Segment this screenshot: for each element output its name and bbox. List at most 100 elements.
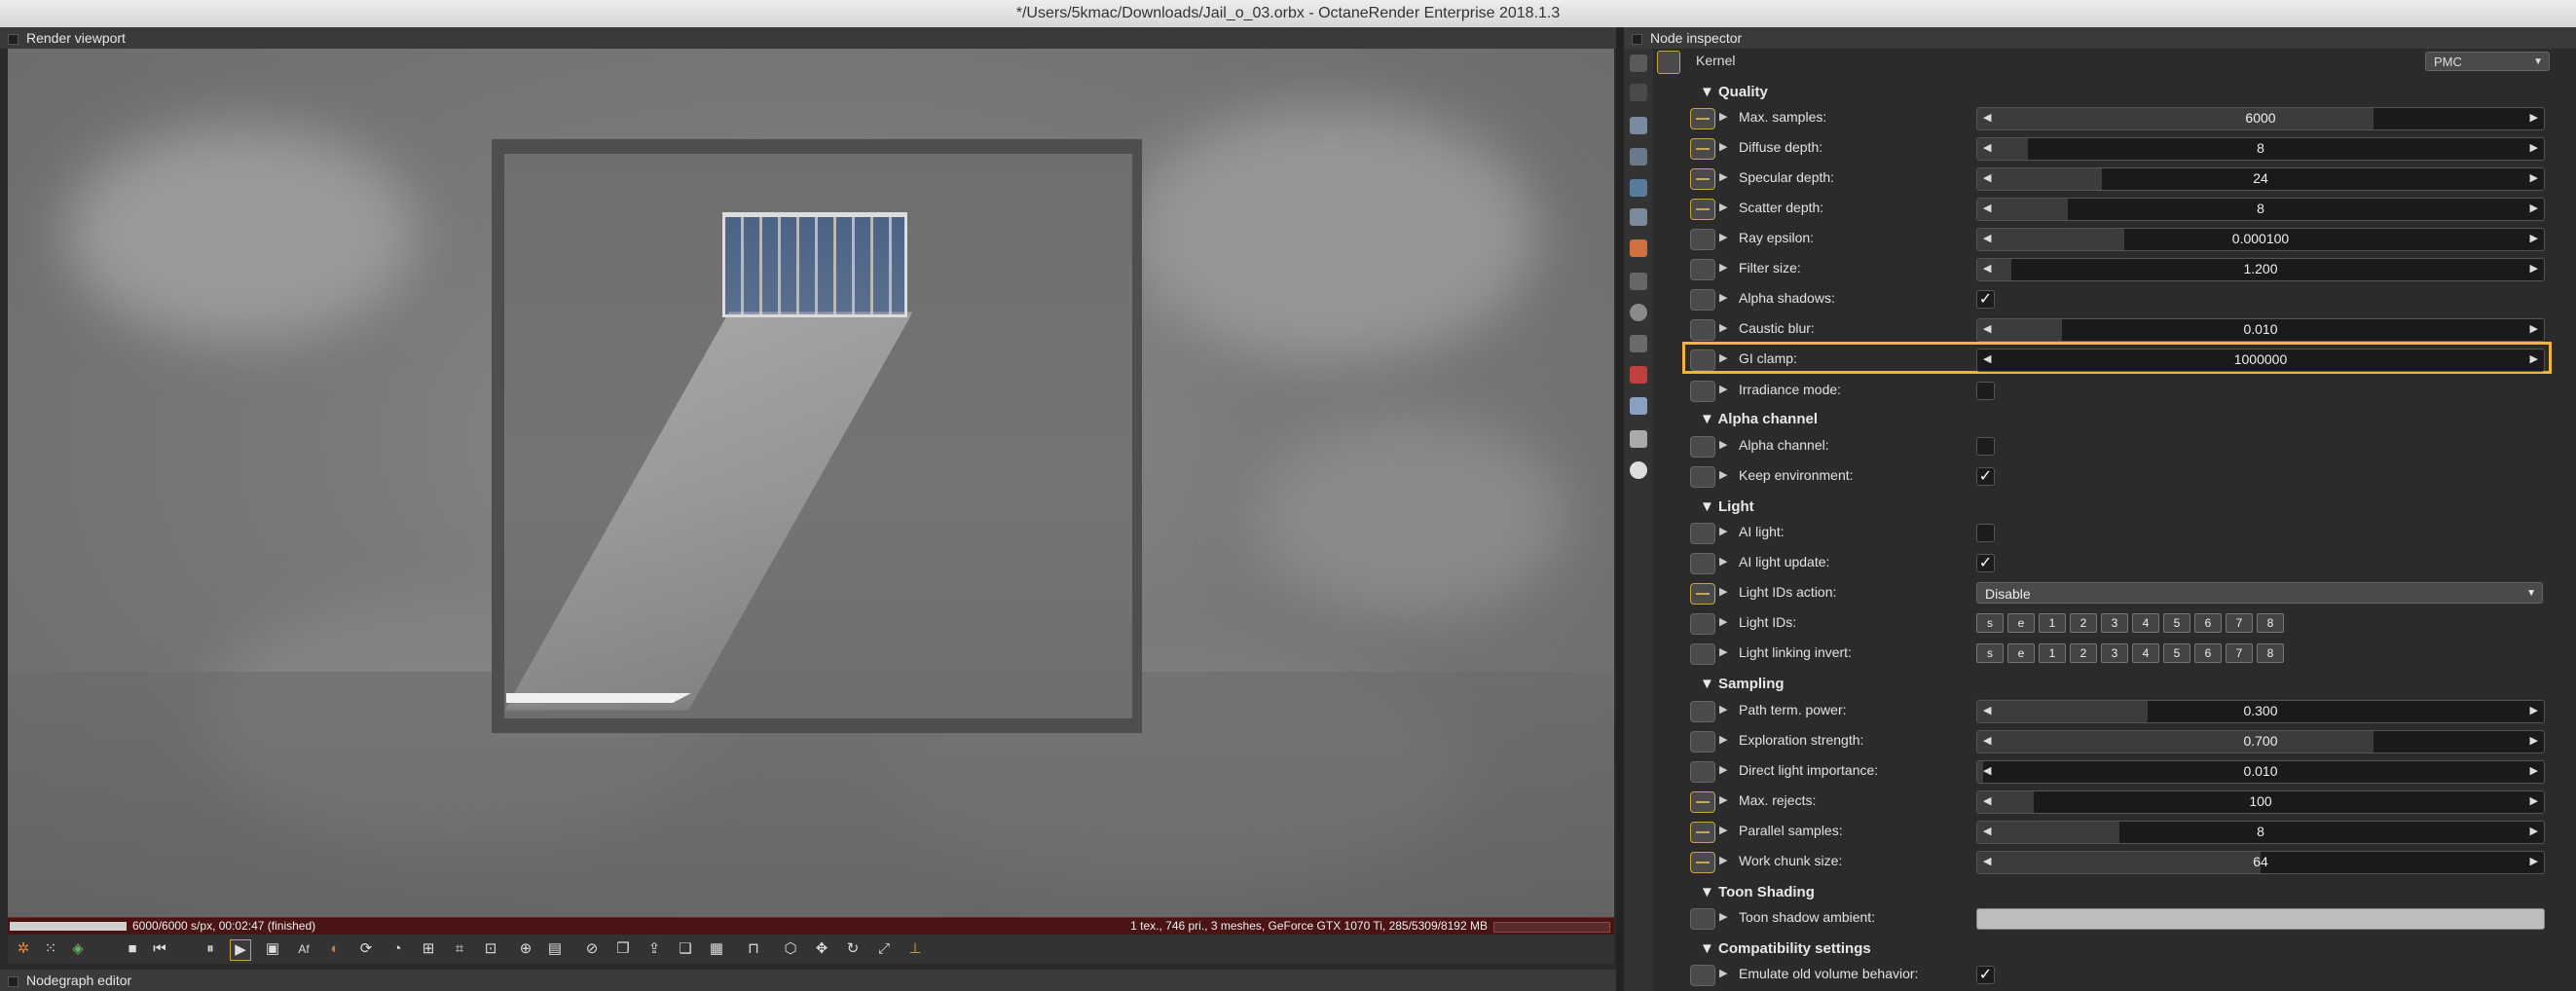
right-arrow-icon[interactable]: ▶ <box>2530 764 2538 777</box>
pin-button[interactable] <box>1690 965 1715 986</box>
viewport-icon[interactable]: ▣ <box>263 939 282 959</box>
panel-toggle[interactable] <box>8 33 18 45</box>
light-link-button[interactable]: 2 <box>2070 643 2097 663</box>
scatter-depth-slider[interactable]: ◀ 8 ▶ <box>1976 198 2545 221</box>
pin-button[interactable] <box>1690 466 1715 488</box>
color-cube-icon[interactable]: ◈ <box>68 939 88 959</box>
start-icon[interactable]: ▶ <box>230 939 251 961</box>
expand-arrow-icon[interactable]: ▶ <box>1719 201 1727 213</box>
irradiance-mode-checkbox[interactable] <box>1976 382 1995 400</box>
specular-depth-slider[interactable]: ◀ 24 ▶ <box>1976 167 2545 191</box>
af-icon[interactable]: Af <box>294 939 313 959</box>
lock-icon[interactable]: ⊡ <box>481 939 500 959</box>
light-id-button[interactable]: 3 <box>2101 613 2128 633</box>
light-link-button[interactable]: e <box>2007 643 2035 663</box>
expand-arrow-icon[interactable]: ▶ <box>1719 703 1727 716</box>
pin-button[interactable] <box>1690 523 1715 544</box>
light-id-button[interactable]: 5 <box>2163 613 2190 633</box>
pin-button[interactable] <box>1690 319 1715 341</box>
light-link-button[interactable]: 4 <box>2132 643 2159 663</box>
expand-arrow-icon[interactable]: ▶ <box>1719 438 1727 451</box>
panel-toggle[interactable] <box>1632 33 1642 45</box>
pin-button[interactable] <box>1690 852 1715 873</box>
right-arrow-icon[interactable]: ▶ <box>2530 322 2538 335</box>
right-arrow-icon[interactable]: ▶ <box>2530 855 2538 867</box>
expand-arrow-icon[interactable]: ▶ <box>1719 733 1727 746</box>
material-icon[interactable]: ◐ <box>325 939 345 959</box>
light-id-button[interactable]: s <box>1976 613 2004 633</box>
ai-light-checkbox[interactable] <box>1976 524 1995 542</box>
light-icon[interactable] <box>1630 461 1647 479</box>
work-chunk-size-slider[interactable]: ◀ 64 ▶ <box>1976 851 2545 874</box>
parallel-samples-slider[interactable]: ◀ 8 ▶ <box>1976 821 2545 844</box>
direct-light-importance-slider[interactable]: ◀ 0.010 ▶ <box>1976 760 2545 784</box>
pin-button[interactable] <box>1690 199 1715 220</box>
expand-arrow-icon[interactable]: ▶ <box>1719 351 1727 364</box>
expand-arrow-icon[interactable]: ▶ <box>1719 140 1727 153</box>
right-arrow-icon[interactable]: ▶ <box>2530 825 2538 837</box>
expand-arrow-icon[interactable]: ▶ <box>1719 824 1727 836</box>
expand-arrow-icon[interactable]: ▶ <box>1719 383 1727 395</box>
light-link-button[interactable]: 7 <box>2226 643 2253 663</box>
light-link-button[interactable]: 8 <box>2257 643 2284 663</box>
pin-button[interactable] <box>1690 168 1715 190</box>
light-link-button[interactable]: s <box>1976 643 2004 663</box>
right-arrow-icon[interactable]: ▶ <box>2530 141 2538 154</box>
light-id-button[interactable]: 4 <box>2132 613 2159 633</box>
mesh-icon[interactable] <box>1630 84 1647 101</box>
section-alpha-channel[interactable]: ▼ Alpha channel <box>1700 411 1818 427</box>
expand-arrow-icon[interactable]: ▶ <box>1719 555 1727 568</box>
postprocess-icon[interactable] <box>1630 430 1647 448</box>
light-id-button[interactable]: 7 <box>2226 613 2253 633</box>
right-arrow-icon[interactable]: ▶ <box>2530 352 2538 365</box>
filter-size-slider[interactable]: ◀ 1.200 ▶ <box>1976 258 2545 281</box>
light-link-button[interactable]: 6 <box>2194 643 2222 663</box>
texture-icon[interactable]: ▦ <box>707 939 726 959</box>
pin-button[interactable] <box>1690 259 1715 280</box>
light-id-button[interactable]: e <box>2007 613 2035 633</box>
settings-icon[interactable] <box>1630 273 1647 290</box>
expand-arrow-icon[interactable]: ▶ <box>1719 231 1727 243</box>
pause-icon[interactable]: ⏸ <box>201 939 220 959</box>
render-region-icon[interactable]: ⟳ <box>356 939 376 959</box>
section-toon-shading[interactable]: ▼ Toon Shading <box>1700 884 1815 900</box>
right-arrow-icon[interactable]: ▶ <box>2530 794 2538 807</box>
right-arrow-icon[interactable]: ▶ <box>2530 111 2538 124</box>
pin-button[interactable] <box>1690 381 1715 402</box>
keep-environment-checkbox[interactable]: ✓ <box>1976 467 1995 486</box>
move-icon[interactable]: ✥ <box>812 939 831 959</box>
light-id-button[interactable]: 6 <box>2194 613 2222 633</box>
kernel-icon[interactable] <box>1630 208 1647 226</box>
cube-icon[interactable]: ⬡ <box>781 939 800 959</box>
pin-button[interactable] <box>1690 229 1715 250</box>
section-light[interactable]: ▼ Light <box>1700 498 1754 515</box>
reset-icon[interactable]: ✲ <box>14 939 33 959</box>
right-arrow-icon[interactable]: ▶ <box>2530 202 2538 214</box>
expand-arrow-icon[interactable]: ▶ <box>1719 615 1727 628</box>
clock-icon[interactable] <box>1630 304 1647 321</box>
right-arrow-icon[interactable]: ▶ <box>2530 704 2538 716</box>
exploration-strength-slider[interactable]: ◀ 0.700 ▶ <box>1976 730 2545 753</box>
expand-arrow-icon[interactable]: ▶ <box>1719 170 1727 183</box>
expand-arrow-icon[interactable]: ▶ <box>1719 468 1727 481</box>
material-node-icon[interactable] <box>1630 366 1647 384</box>
stop-icon[interactable]: ■ <box>123 939 142 959</box>
clay-icon[interactable]: ⁙ <box>41 939 60 959</box>
export-icon[interactable]: ⇪ <box>644 939 664 959</box>
pin-button[interactable] <box>1690 553 1715 574</box>
kernel-node-icon[interactable] <box>1657 51 1680 74</box>
emulate-old-volume-checkbox[interactable]: ✓ <box>1976 966 1995 984</box>
caustic-blur-slider[interactable]: ◀ 0.010 ▶ <box>1976 318 2545 342</box>
pin-button[interactable] <box>1690 613 1715 635</box>
layers-icon[interactable]: ❏ <box>676 939 695 959</box>
pin-button[interactable] <box>1690 349 1715 371</box>
light-link-button[interactable]: 5 <box>2163 643 2190 663</box>
region-icon[interactable]: ▤ <box>545 939 565 959</box>
expand-arrow-icon[interactable]: ▶ <box>1719 967 1727 979</box>
expand-arrow-icon[interactable]: ▶ <box>1719 525 1727 537</box>
object-icon[interactable] <box>1630 397 1647 415</box>
render-image[interactable] <box>8 49 1614 917</box>
pin-button[interactable] <box>1690 761 1715 783</box>
section-quality[interactable]: ▼ Quality <box>1700 84 1768 100</box>
environment-icon[interactable] <box>1630 179 1647 197</box>
